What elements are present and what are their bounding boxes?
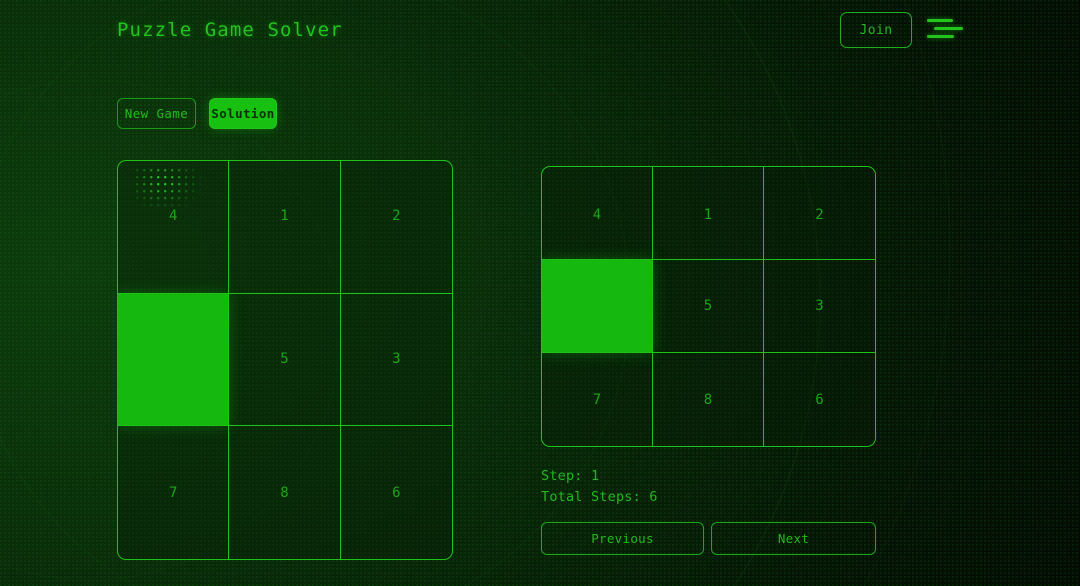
previous-button[interactable]: Previous [541, 522, 704, 555]
solution-board[interactable]: 4 1 2 5 3 7 8 6 [541, 166, 876, 447]
puzzle-cell[interactable]: 7 [118, 426, 230, 559]
puzzle-cell-value: 4 [168, 208, 178, 224]
puzzle-cell[interactable]: 7 [542, 353, 653, 446]
puzzle-cell[interactable]: 4 [118, 161, 230, 294]
step-label: Step: 1 [541, 468, 600, 484]
solution-button[interactable]: Solution [209, 98, 277, 129]
puzzle-cell[interactable]: 3 [764, 260, 875, 353]
puzzle-cell-value: 1 [703, 207, 713, 223]
puzzle-cell-value: 5 [280, 351, 289, 368]
puzzle-cell-value: 4 [592, 207, 602, 223]
puzzle-cell[interactable]: 8 [653, 353, 764, 446]
puzzle-cell[interactable]: 6 [341, 426, 452, 559]
puzzle-cell[interactable]: 5 [229, 293, 341, 427]
puzzle-cell-value: 1 [280, 208, 289, 224]
join-button[interactable]: Join [840, 12, 912, 48]
menu-bar-bottom [927, 35, 954, 39]
menu-bar-top [927, 19, 953, 23]
app-header: Puzzle Game Solver Join [0, 0, 1080, 62]
page-title: Puzzle Game Solver [117, 19, 343, 41]
next-button[interactable]: Next [711, 522, 876, 555]
puzzle-cell-value: 5 [703, 298, 713, 314]
puzzle-cell[interactable]: 6 [764, 353, 875, 446]
new-game-button[interactable]: New Game [117, 98, 196, 129]
puzzle-cell-value: 6 [815, 391, 824, 408]
puzzle-cell-value: 2 [392, 208, 401, 224]
page-root: Puzzle Game Solver Join New Game Solutio… [0, 0, 1080, 586]
puzzle-cell[interactable]: 1 [229, 161, 341, 294]
puzzle-cell[interactable]: 2 [764, 167, 875, 260]
puzzle-cell-blank[interactable] [118, 293, 230, 427]
menu-bar-middle [934, 27, 963, 31]
puzzle-cell[interactable]: 1 [653, 167, 764, 260]
puzzle-cell-value: 7 [168, 484, 178, 501]
total-steps-label: Total Steps: 6 [541, 489, 658, 505]
puzzle-cell-value: 6 [392, 484, 401, 501]
current-board[interactable]: 4 1 2 5 3 7 8 6 [117, 160, 453, 560]
puzzle-cell-value: 2 [815, 207, 824, 223]
puzzle-cell-value: 3 [815, 298, 824, 314]
puzzle-cell[interactable]: 5 [653, 260, 764, 353]
status-panel: Step: 1 Total Steps: 6 [541, 466, 658, 508]
puzzle-cell[interactable]: 8 [229, 426, 341, 559]
puzzle-cell[interactable]: 4 [542, 167, 653, 260]
puzzle-cell-value: 8 [280, 484, 289, 501]
puzzle-cell-value: 8 [703, 391, 713, 408]
puzzle-cell-blank[interactable] [542, 260, 653, 353]
puzzle-cell[interactable]: 3 [340, 294, 452, 427]
puzzle-cell[interactable]: 2 [340, 161, 452, 294]
puzzle-cell-value: 7 [592, 391, 602, 408]
hamburger-menu-icon[interactable] [927, 16, 963, 44]
puzzle-cell-value: 3 [392, 351, 401, 368]
